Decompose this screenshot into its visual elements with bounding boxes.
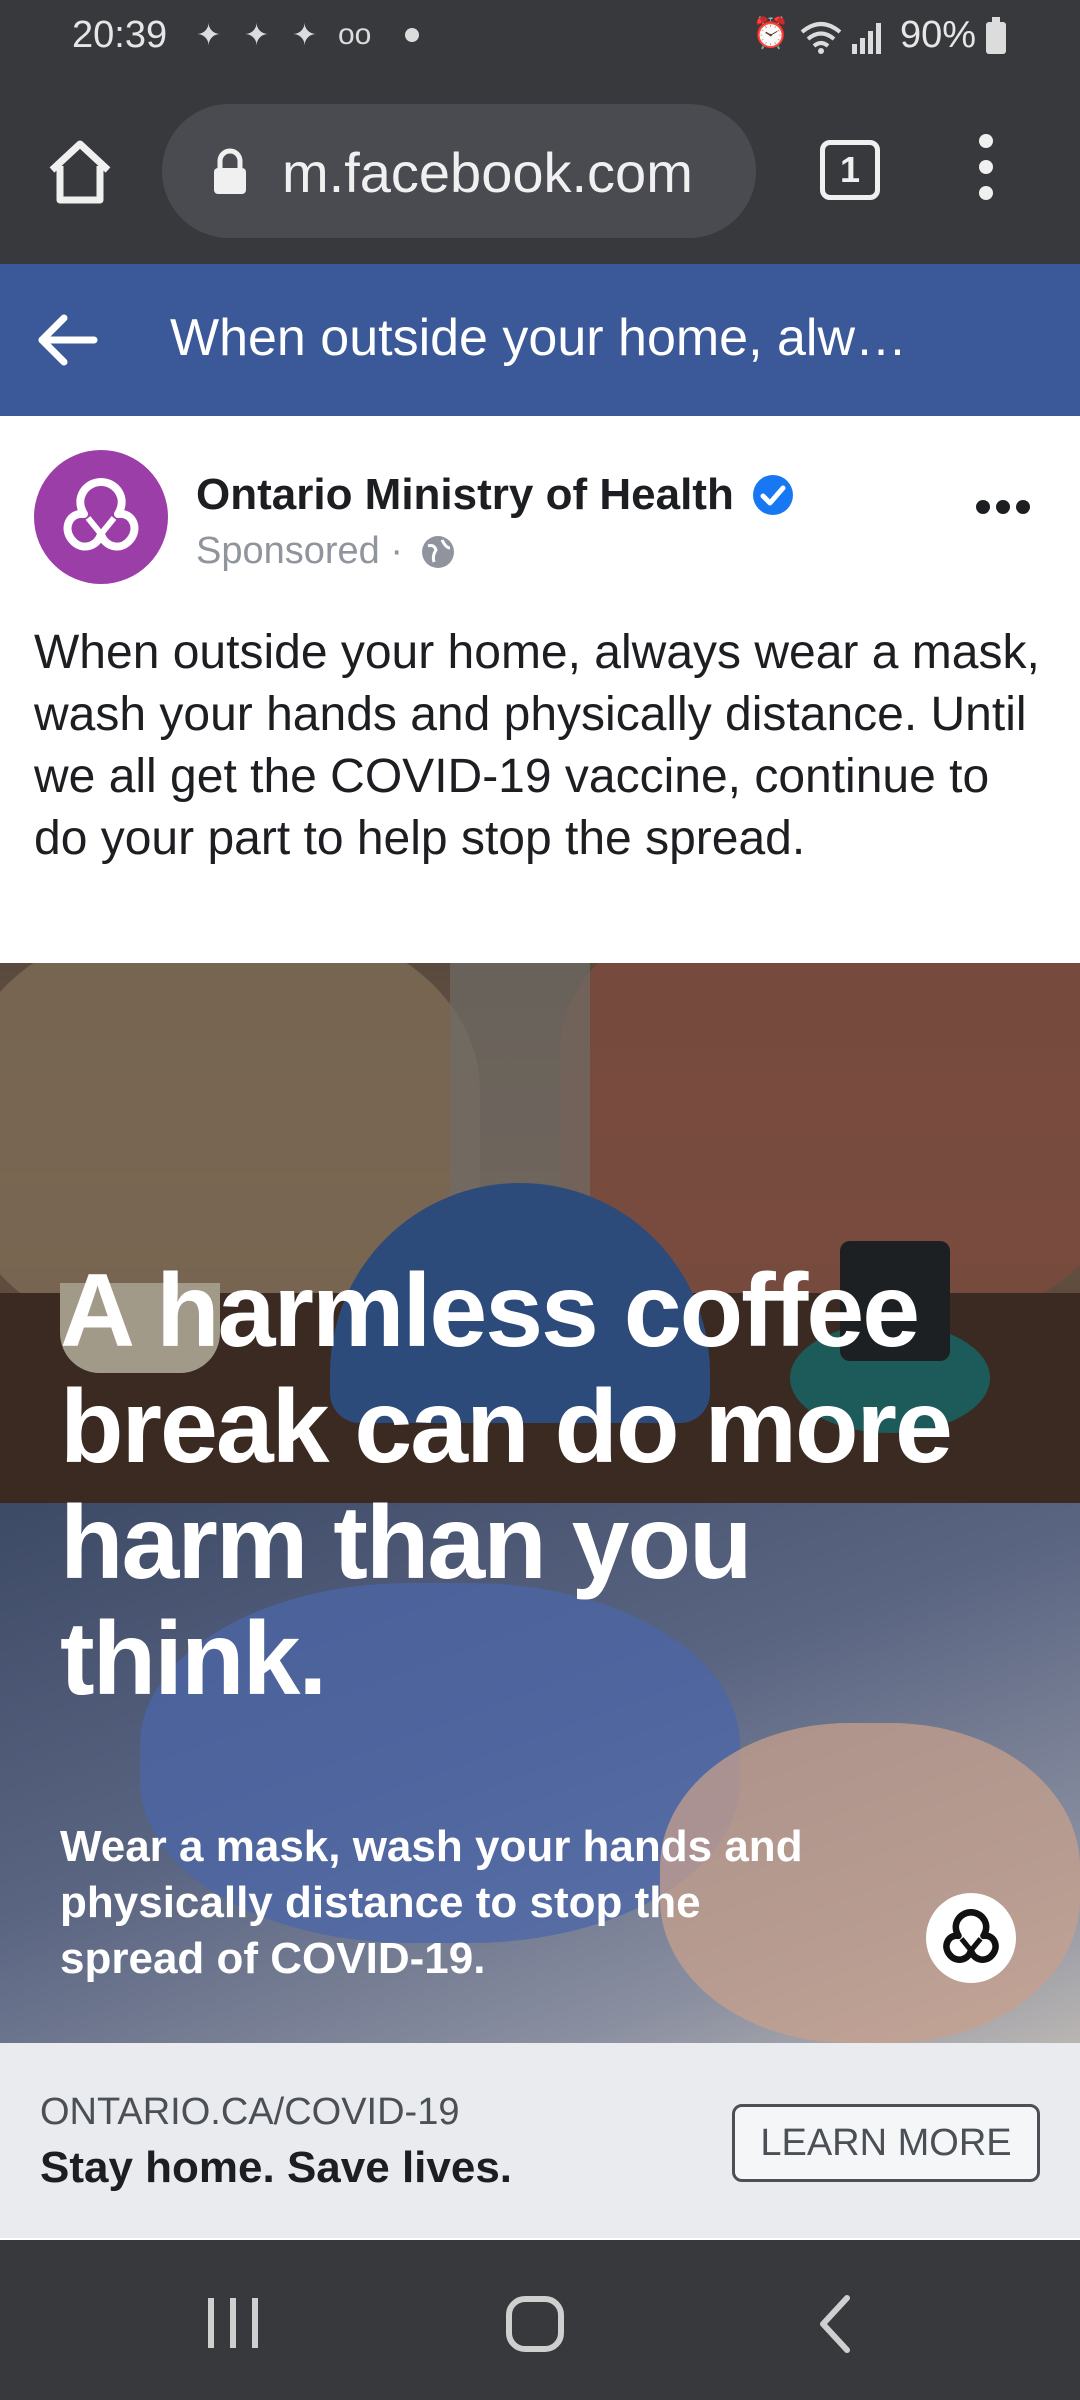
page-name[interactable]: Ontario Ministry of Health	[196, 470, 734, 520]
sponsored-label: Sponsored ·	[196, 530, 404, 572]
alarm-icon: ⏰	[752, 17, 790, 50]
wifi-icon	[800, 22, 842, 54]
notification-dot-icon	[405, 28, 419, 42]
home-icon[interactable]	[40, 132, 120, 212]
cta-url: ONTARIO.CA/COVID-19	[40, 2091, 460, 2133]
messenger-icon: ✦	[196, 19, 222, 52]
ad-image[interactable]: A harmless coffee break can do more harm…	[0, 963, 1080, 2043]
url-bar[interactable]: m.facebook.com	[162, 104, 756, 238]
ad-headline: A harmless coffee break can do more harm…	[60, 1253, 953, 1717]
browser-toolbar: m.facebook.com 1	[0, 74, 1080, 264]
ad-subtext: Wear a mask, wash your hands and physica…	[60, 1822, 803, 1983]
post-text: When outside your home, always wear a ma…	[34, 626, 1040, 865]
verified-badge-icon	[753, 475, 793, 515]
back-nav-icon[interactable]	[815, 2292, 855, 2356]
signal-icon	[852, 23, 881, 54]
page-title: When outside your home, alw…	[170, 309, 908, 367]
messenger-icon: ✦	[244, 19, 270, 52]
cta-title: Stay home. Save lives.	[40, 2143, 513, 2192]
system-nav-bar	[0, 2240, 1080, 2400]
browser-menu-icon[interactable]	[968, 134, 1004, 208]
ontario-trillium-icon	[63, 478, 139, 551]
post-options-icon[interactable]	[976, 500, 1036, 520]
status-bar: 20:39 ✦ ✦ ✦ oo ⏰ 90%	[0, 0, 1080, 74]
battery-percent: 90%	[900, 14, 977, 56]
tab-switcher-button[interactable]: 1	[820, 140, 880, 200]
avatar[interactable]	[34, 450, 168, 584]
lock-icon	[214, 148, 246, 194]
status-time: 20:39	[72, 14, 168, 56]
recents-icon[interactable]	[204, 2296, 262, 2350]
globe-icon	[422, 536, 454, 568]
fb-header: When outside your home, alw…	[0, 264, 1080, 416]
post-header: Ontario Ministry of Health Sponsored ·	[0, 430, 1080, 600]
back-arrow-icon[interactable]	[36, 310, 100, 370]
battery-icon	[986, 17, 1006, 54]
learn-more-button[interactable]: LEARN MORE	[732, 2104, 1040, 2182]
messenger-icon: ✦	[292, 19, 318, 52]
url-text: m.facebook.com	[282, 141, 693, 204]
home-nav-icon[interactable]	[505, 2295, 565, 2353]
cta-bar[interactable]: ONTARIO.CA/COVID-19 Stay home. Save live…	[0, 2043, 1080, 2238]
ontario-logo-icon	[926, 1893, 1016, 1983]
voicemail-icon: oo	[338, 18, 372, 51]
